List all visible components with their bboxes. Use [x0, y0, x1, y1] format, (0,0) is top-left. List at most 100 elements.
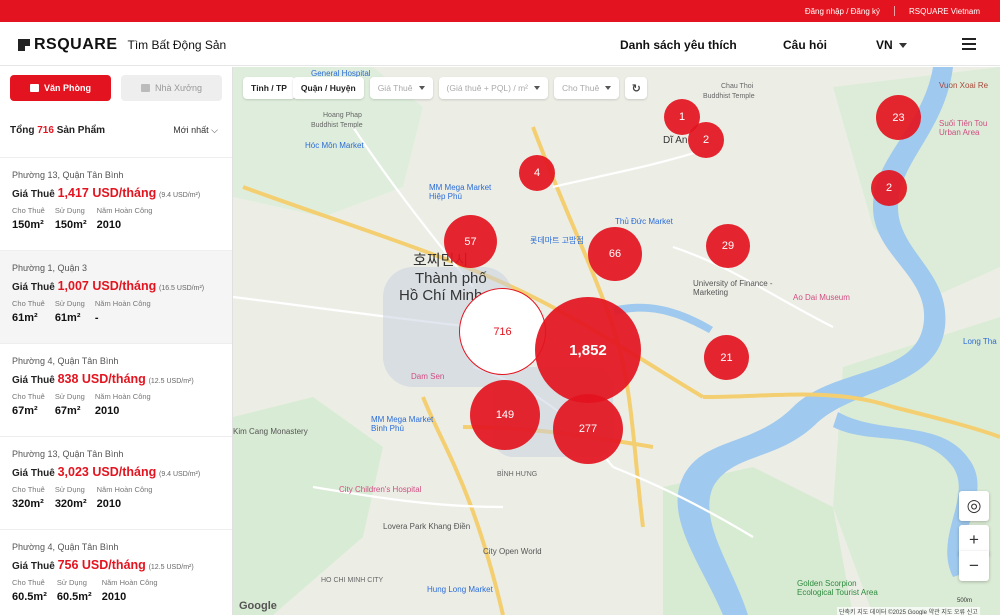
cluster-marker[interactable]: 29 [706, 224, 750, 268]
listing-list: Phường 13, Quận Tân Bình Giá Thuê 1,417 … [0, 157, 232, 615]
spec-label: Sử Dụng [54, 392, 85, 401]
listing-price: 838 USD/tháng [57, 372, 146, 386]
locate-icon[interactable]: ◎ [959, 491, 989, 521]
map-label: Hóc Môn Market [305, 141, 364, 150]
map-view[interactable]: General Hospital Hoang Phap Buddhist Tem… [233, 67, 1000, 615]
listing-unit-price: (9.4 USD/m²) [159, 471, 201, 478]
map-label: Golden Scorpion Ecological Tourist Area [797, 579, 878, 597]
spec-use-area: Sử Dụng 61m² [55, 299, 85, 324]
menu-icon[interactable] [962, 38, 976, 50]
listing-specs: Cho Thuê 67m² Sử Dụng 67m² Năm Hoàn Công… [12, 392, 222, 417]
login-link[interactable]: Đăng nhập / Đăng ký [805, 7, 880, 16]
map-label: HO CHI MINH CITY [321, 577, 384, 584]
nav-favorites[interactable]: Danh sách yêu thích [620, 38, 737, 52]
nav-faq[interactable]: Câu hỏi [783, 38, 827, 52]
map-label: Suối Tiên Tou Urban Area [939, 119, 988, 137]
filter-district[interactable]: Quận / Huyện [292, 77, 364, 99]
factory-icon [141, 84, 151, 92]
map-label: Lovera Park Khang Điền [383, 522, 471, 531]
map-label: Long Tha [963, 337, 997, 346]
spec-label: Cho Thuê [12, 299, 45, 308]
listing-price-row: Giá Thuê 756 USD/tháng (12.5 USD/m²) [12, 558, 222, 572]
cluster-marker[interactable]: 4 [519, 155, 555, 191]
listing-card[interactable]: Phường 13, Quận Tân Bình Giá Thuê 3,023 … [0, 436, 232, 529]
listing-card[interactable]: Phường 4, Quận Tân Bình Giá Thuê 838 USD… [0, 343, 232, 436]
cluster-marker[interactable]: 57 [444, 215, 497, 268]
spec-use-area: Sử Dụng 60.5m² [57, 578, 92, 603]
tab-factory[interactable]: Nhà Xưởng [121, 75, 222, 101]
spec-year: Năm Hoàn Công - [95, 299, 151, 324]
price-label: Giá Thuê [12, 375, 55, 386]
chevron-down-icon [534, 86, 540, 90]
cluster-marker[interactable]: 2 [871, 170, 907, 206]
listing-specs: Cho Thuê 320m² Sử Dụng 320m² Năm Hoàn Cô… [12, 485, 222, 510]
listing-card[interactable]: Phường 13, Quận Tân Bình Giá Thuê 1,417 … [0, 157, 232, 250]
listing-price: 1,417 USD/tháng [57, 186, 157, 200]
sort-label: Mới nhất [173, 124, 209, 135]
price-label: Giá Thuê [12, 561, 55, 572]
map-label: City Children's Hospital [339, 485, 422, 494]
spec-value: 2010 [94, 405, 120, 417]
zoom-out-button[interactable]: − [959, 551, 989, 581]
cluster-marker[interactable]: 716 [459, 288, 546, 375]
spec-label: Năm Hoàn Công [96, 206, 153, 215]
cluster-marker[interactable]: 21 [704, 335, 749, 380]
map-label: Dĩ An [663, 135, 688, 146]
spec-label: Sử Dụng [56, 578, 87, 587]
spec-rent-area: Cho Thuê 67m² [12, 392, 45, 417]
spec-value: 60.5m² [12, 591, 47, 603]
cluster-marker[interactable]: 2 [688, 122, 724, 158]
results-summary: Tổng 716 Sản Phẩm Mới nhất ⌵ [0, 101, 232, 143]
map-scale: 500m [957, 598, 973, 604]
reset-icon[interactable]: ↻ [625, 77, 648, 99]
spec-year: Năm Hoàn Công 2010 [102, 578, 158, 603]
map-attribution[interactable]: 단축키 지도 데이터 ©2025 Google 약관 지도 오류 신고 [837, 607, 980, 615]
listing-price-row: Giá Thuê 838 USD/tháng (12.5 USD/m²) [12, 372, 222, 386]
listing-price: 1,007 USD/tháng [57, 279, 157, 293]
region-link[interactable]: RSQUARE Vietnam [909, 7, 980, 16]
tab-office[interactable]: Văn Phòng [10, 75, 111, 101]
logo-icon [18, 39, 30, 51]
map-label: BÌNH HƯNG [497, 471, 538, 478]
spec-label: Cho Thuê [12, 392, 45, 401]
cluster-marker[interactable]: 66 [588, 227, 642, 281]
map-label: Hoang Phap [323, 112, 362, 119]
sort-dropdown[interactable]: Mới nhất ⌵ [173, 125, 218, 136]
category-tabs: Văn Phòng Nhà Xưởng [0, 67, 232, 101]
spec-label: Năm Hoàn Công [94, 392, 151, 401]
tab-label: Văn Phòng [44, 83, 91, 93]
top-utility-bar: Đăng nhập / Đăng ký RSQUARE Vietnam [0, 0, 1000, 22]
listing-location: Phường 13, Quận Tân Bình [12, 449, 124, 459]
spec-year: Năm Hoàn Công 2010 [97, 206, 153, 231]
filter-rent-price[interactable]: Giá Thuê [369, 77, 433, 99]
cluster-marker[interactable]: 1,852 [535, 297, 641, 403]
filter-rent-area[interactable]: Cho Thuê [554, 77, 620, 99]
listing-card[interactable]: Phường 1, Quận 3 Giá Thuê 1,007 USD/thán… [0, 250, 232, 343]
price-label: Giá Thuê [12, 189, 55, 200]
filter-label: (Giá thuê + PQL) / m² [446, 83, 529, 93]
logo-text: RSQUARE [34, 36, 118, 53]
cluster-marker[interactable]: 23 [876, 95, 921, 140]
listing-price-row: Giá Thuê 3,023 USD/tháng (9.4 USD/m²) [12, 465, 222, 479]
cluster-marker[interactable]: 277 [553, 394, 623, 464]
cluster-marker[interactable]: 149 [470, 380, 540, 450]
listing-specs: Cho Thuê 60.5m² Sử Dụng 60.5m² Năm Hoàn … [12, 578, 222, 603]
spec-value: 61m² [12, 312, 38, 324]
language-selector[interactable]: VN [876, 38, 907, 52]
filter-province[interactable]: Tỉnh / TP [243, 77, 295, 99]
filter-price-per-m2[interactable]: (Giá thuê + PQL) / m² [438, 77, 548, 99]
spec-label: Cho Thuê [12, 206, 45, 215]
spec-label: Năm Hoàn Công [96, 485, 153, 494]
spec-value: 150m² [12, 219, 44, 231]
listing-location: Phường 4, Quận Tân Bình [12, 542, 119, 552]
map-label: MM Mega Market Bình Phú [371, 415, 434, 433]
listing-price-row: Giá Thuê 1,417 USD/tháng (9.4 USD/m²) [12, 186, 222, 200]
filter-label: Giá Thuê [377, 83, 413, 93]
spec-value: 67m² [12, 405, 38, 417]
listing-card[interactable]: Phường 4, Quận Tân Bình Giá Thuê 756 USD… [0, 529, 232, 615]
building-icon [30, 84, 39, 92]
spec-value: 320m² [12, 498, 44, 510]
logo[interactable]: RSQUARE Tìm Bất Động Sản [18, 36, 226, 54]
listing-specs: Cho Thuê 61m² Sử Dụng 61m² Năm Hoàn Công… [12, 299, 222, 324]
divider [894, 6, 895, 16]
